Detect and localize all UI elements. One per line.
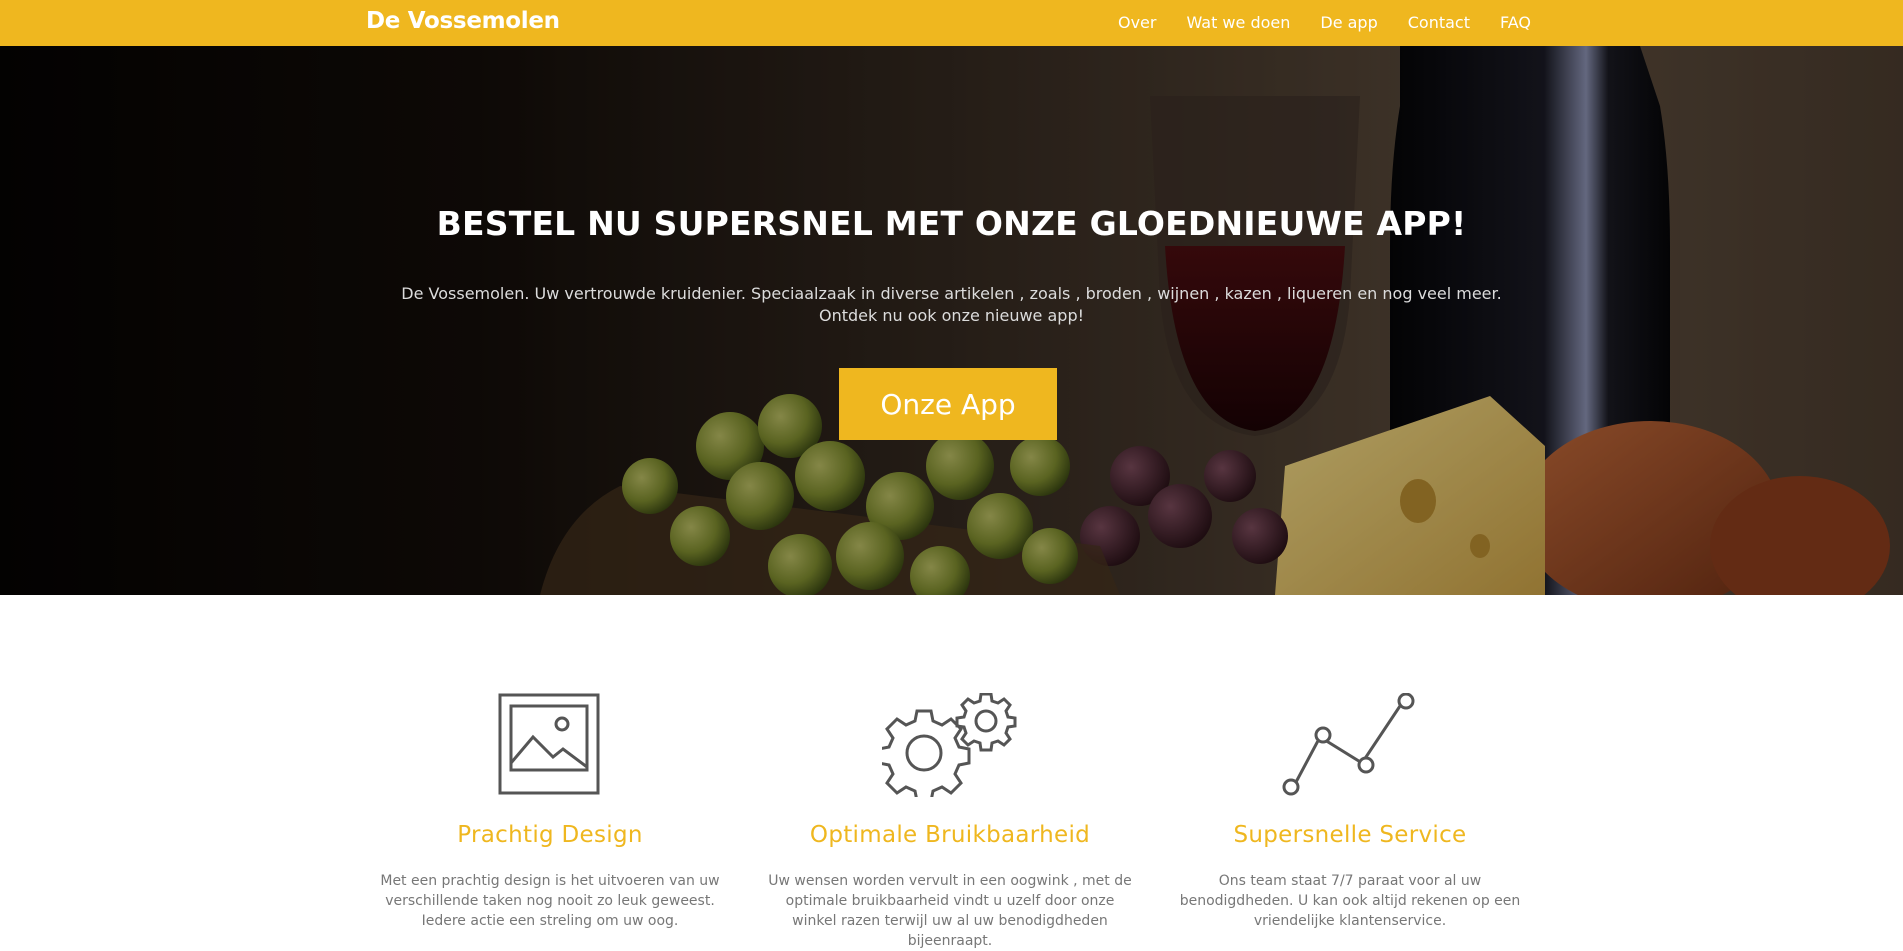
feature-title: Supersnelle Service (1233, 822, 1467, 848)
nav-link-contact[interactable]: Contact (1393, 3, 1485, 43)
nav-link-over[interactable]: Over (1103, 3, 1171, 43)
onze-app-button[interactable]: Onze App (839, 368, 1057, 440)
line-chart-icon (1160, 693, 1540, 796)
nav-link-wat-we-doen[interactable]: Wat we doen (1171, 3, 1305, 43)
hero-title: BESTEL NU SUPERSNEL MET ONZE GLOEDNIEUWE… (436, 204, 1467, 243)
image-frame-icon (360, 693, 740, 795)
brand-logo[interactable]: De Vossemolen (366, 0, 560, 46)
hero-section: BESTEL NU SUPERSNEL MET ONZE GLOEDNIEUWE… (0, 46, 1903, 595)
nav-link-de-app[interactable]: De app (1305, 3, 1392, 43)
nav-links: Over Wat we doen De app Contact FAQ (1103, 0, 1531, 46)
gears-icon (760, 693, 1140, 797)
features-section: Prachtig Design Met een prachtig design … (0, 595, 1903, 949)
feature-text: Ons team staat 7/7 paraat voor al uw ben… (1179, 873, 1521, 929)
nav-link-faq[interactable]: FAQ (1485, 3, 1531, 43)
feature-text: Met een prachtig design is het uitvoeren… (380, 873, 720, 929)
hero-description: De Vossemolen. Uw vertrouwde kruidenier.… (401, 284, 1502, 325)
feature-text: Uw wensen worden vervult in een oogwink … (768, 873, 1132, 949)
top-navbar: De Vossemolen Over Wat we doen De app Co… (0, 0, 1903, 46)
feature-title: Prachtig Design (457, 822, 643, 848)
feature-title: Optimale Bruikbaarheid (809, 822, 1091, 848)
